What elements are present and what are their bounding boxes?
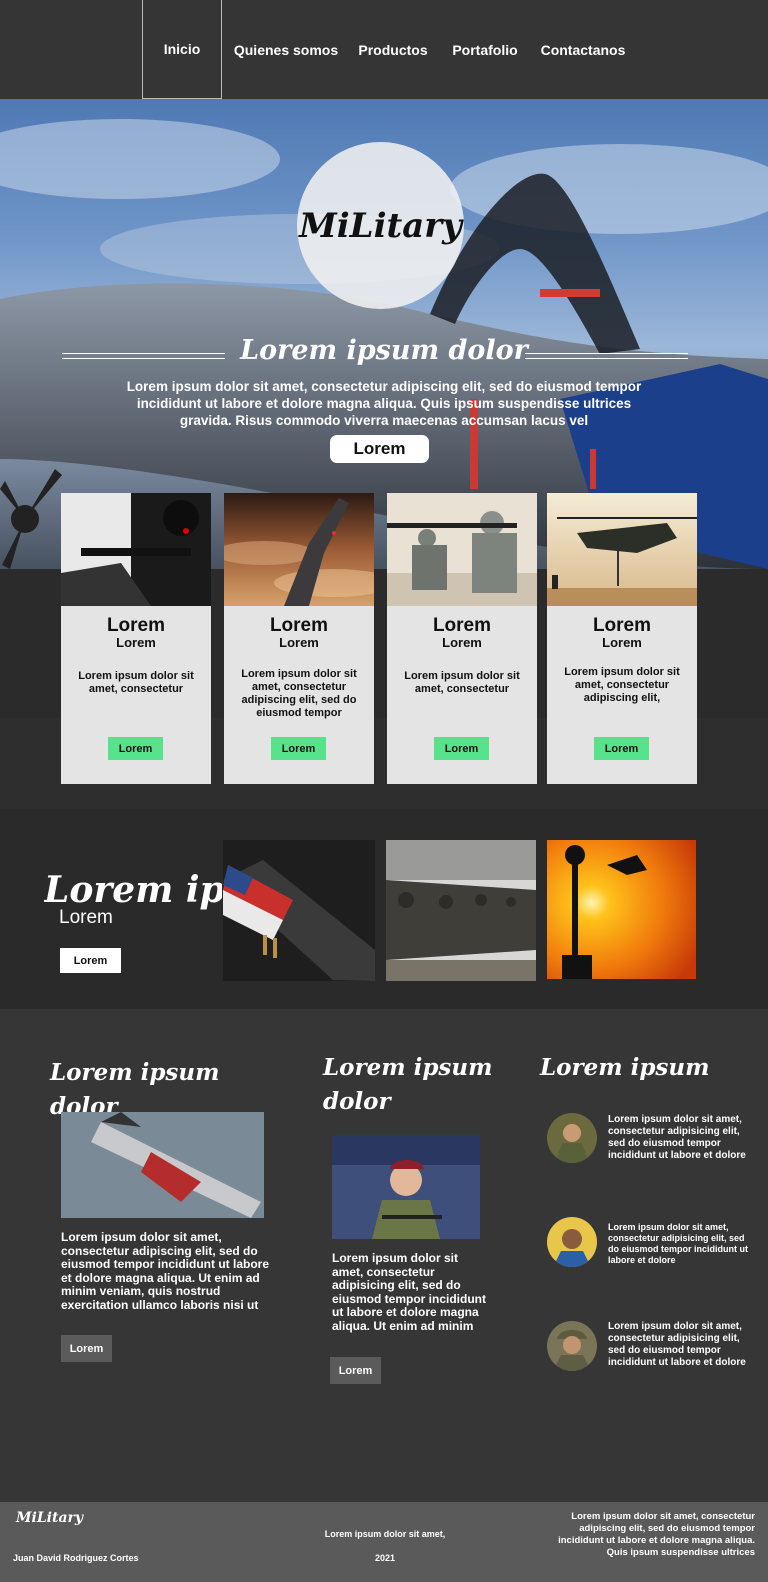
footer-logo: MiLitary bbox=[16, 1510, 84, 1526]
hero-title: Lorem ipsum dolor bbox=[240, 335, 528, 366]
column-1-image-aircraft bbox=[61, 1112, 264, 1218]
column-2-image-soldier bbox=[332, 1135, 480, 1239]
column-3-title: Lorem ipsum bbox=[540, 1054, 710, 1081]
card-text: Lorem ipsum dolor sit amet, consectetur … bbox=[564, 666, 680, 704]
card-image-sniper bbox=[61, 493, 211, 606]
card-subtitle: Lorem bbox=[279, 635, 319, 650]
card-button[interactable]: Lorem bbox=[271, 737, 326, 760]
nav-item-portafolio[interactable]: Portafolio bbox=[444, 0, 526, 99]
card-subtitle: Lorem bbox=[442, 635, 482, 650]
card-body: Lorem Lorem Lorem ipsum dolor sit amet, … bbox=[547, 606, 697, 784]
footer-author: Juan David Rodriguez Cortes bbox=[13, 1553, 139, 1563]
gallery-image-troops bbox=[386, 840, 536, 981]
gallery-image-sunset-memorial bbox=[547, 840, 696, 979]
card-title: Lorem bbox=[592, 615, 652, 636]
card-image-soldiers bbox=[387, 493, 537, 606]
nav-item-quienes-somos[interactable]: Quienes somos bbox=[230, 0, 342, 99]
feature-card: Lorem Lorem Lorem ipsum dolor sit amet, … bbox=[224, 493, 374, 784]
testimonial-text: Lorem ipsum dolor sit amet, consectetur … bbox=[608, 1222, 748, 1265]
footer-center-text: Lorem ipsum dolor sit amet, bbox=[324, 1529, 446, 1539]
column-1-text: Lorem ipsum dolor sit amet, consectetur … bbox=[61, 1230, 270, 1312]
nav-item-contactanos[interactable]: Contactanos bbox=[534, 0, 632, 99]
card-text: Lorem ipsum dolor sit amet, consectetur bbox=[78, 670, 194, 695]
strip-subtitle: Lorem bbox=[59, 907, 113, 928]
nav-item-inicio[interactable]: Inicio bbox=[142, 0, 222, 99]
feature-card: Lorem Lorem Lorem ipsum dolor sit amet, … bbox=[61, 493, 211, 784]
column-2-button[interactable]: Lorem bbox=[330, 1357, 381, 1384]
hero-button[interactable]: Lorem bbox=[330, 435, 429, 463]
card-text: Lorem ipsum dolor sit amet, consectetur … bbox=[241, 668, 357, 719]
feature-card: Lorem Lorem Lorem ipsum dolor sit amet, … bbox=[387, 493, 537, 784]
gallery-strip: Lorem ipsum Lorem Lorem bbox=[0, 809, 768, 1009]
gallery-image-rifle-flag bbox=[223, 840, 375, 981]
column-2-text: Lorem ipsum dolor sit amet, consectetur … bbox=[332, 1251, 487, 1333]
strip-title: Lorem ipsum bbox=[44, 869, 222, 911]
card-subtitle: Lorem bbox=[602, 635, 642, 650]
card-image-parachute bbox=[224, 493, 374, 606]
footer: MiLitary Juan David Rodriguez Cortes Lor… bbox=[0, 1502, 768, 1582]
card-body: Lorem Lorem Lorem ipsum dolor sit amet, … bbox=[387, 606, 537, 784]
feature-card: Lorem Lorem Lorem ipsum dolor sit amet, … bbox=[547, 493, 697, 784]
card-image-helicopter bbox=[547, 493, 697, 606]
card-button[interactable]: Lorem bbox=[594, 737, 649, 760]
blog-section: Lorem ipsum dolor Lorem ipsum dolor sit … bbox=[0, 1009, 768, 1502]
card-button[interactable]: Lorem bbox=[434, 737, 489, 760]
card-body: Lorem Lorem Lorem ipsum dolor sit amet, … bbox=[224, 606, 374, 784]
top-navbar: Inicio Quienes somos Productos Portafoli… bbox=[0, 0, 768, 99]
testimonial-avatar bbox=[547, 1321, 597, 1371]
card-button[interactable]: Lorem bbox=[108, 737, 163, 760]
hero-description: Lorem ipsum dolor sit amet, consectetur … bbox=[126, 379, 642, 428]
column-2-title: Lorem ipsum dolor bbox=[323, 1054, 493, 1115]
logo-circle: MiLitary bbox=[297, 142, 464, 309]
card-title: Lorem bbox=[269, 615, 329, 636]
site-logo: MiLitary bbox=[299, 205, 462, 246]
card-subtitle: Lorem bbox=[116, 635, 156, 650]
testimonial-text: Lorem ipsum dolor sit amet, consectetur … bbox=[608, 1114, 746, 1161]
card-text: Lorem ipsum dolor sit amet, consectetur bbox=[404, 670, 520, 695]
testimonial-text: Lorem ipsum dolor sit amet, consectetur … bbox=[608, 1321, 746, 1368]
card-body: Lorem Lorem Lorem ipsum dolor sit amet, … bbox=[61, 606, 211, 784]
testimonial-avatar bbox=[547, 1113, 597, 1163]
testimonial-avatar bbox=[547, 1217, 597, 1267]
footer-right-text: Lorem ipsum dolor sit amet, consectetur … bbox=[558, 1511, 755, 1558]
strip-button[interactable]: Lorem bbox=[60, 948, 121, 973]
nav-item-productos[interactable]: Productos bbox=[352, 0, 434, 99]
card-title: Lorem bbox=[106, 615, 166, 636]
card-title: Lorem bbox=[432, 615, 492, 636]
footer-year: 2021 bbox=[374, 1553, 396, 1563]
column-1-button[interactable]: Lorem bbox=[61, 1335, 112, 1362]
